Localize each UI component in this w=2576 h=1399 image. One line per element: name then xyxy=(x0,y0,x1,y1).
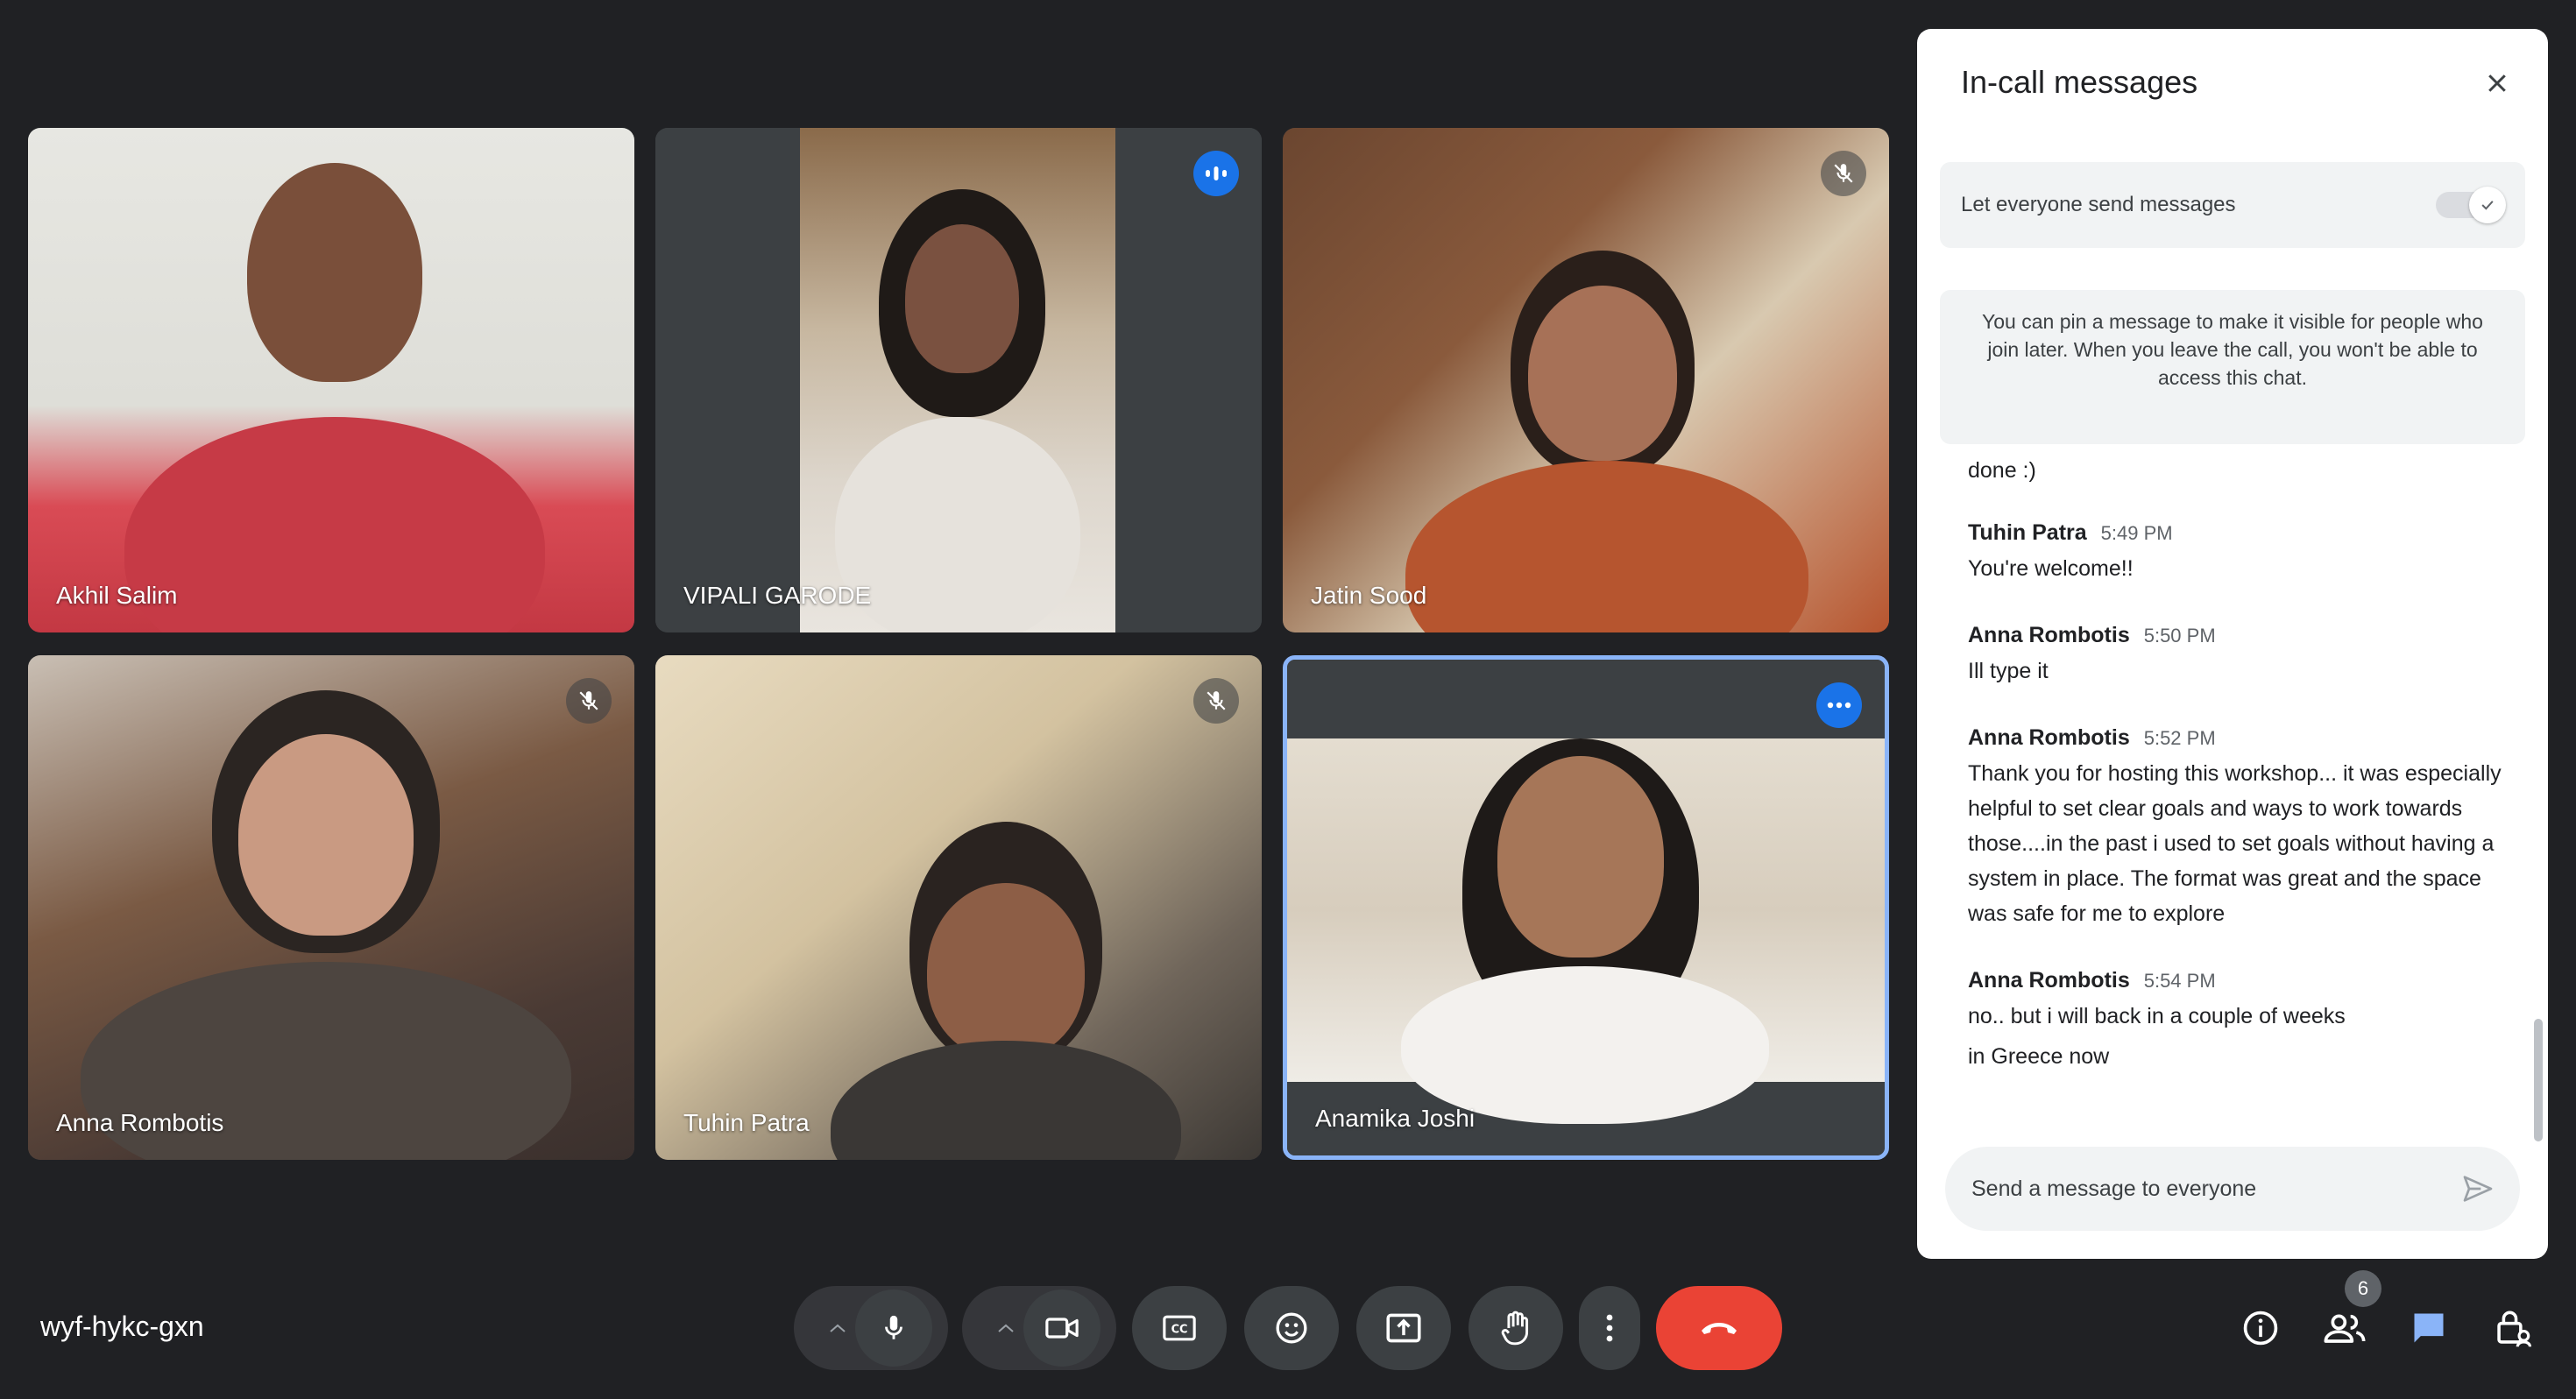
speaking-indicator-icon xyxy=(1193,151,1239,196)
captions-icon: CC xyxy=(1163,1315,1196,1341)
participant-video xyxy=(1283,128,1889,632)
video-camera-icon xyxy=(1045,1318,1079,1339)
message-text: You're welcome!! xyxy=(1968,556,2134,581)
participant-video xyxy=(655,128,1262,632)
meeting-details-icon[interactable] xyxy=(2229,1297,2292,1360)
panel-title: In-call messages xyxy=(1961,64,2198,100)
svg-text:CC: CC xyxy=(1171,1324,1188,1337)
check-icon xyxy=(2469,187,2506,223)
raise-hand-button[interactable] xyxy=(1468,1286,1563,1370)
message-list: done :) Tuhin Patra 5:49 PM You're welco… xyxy=(1968,455,2502,1120)
people-icon[interactable] xyxy=(2313,1297,2376,1360)
pin-info-notice: You can pin a message to make it visible… xyxy=(1940,290,2525,444)
message-scrollbar[interactable] xyxy=(2534,1019,2543,1141)
message-text: Ill type it xyxy=(1968,659,2049,683)
reactions-button[interactable] xyxy=(1244,1286,1339,1370)
message-compose xyxy=(1945,1147,2520,1231)
participant-tile-active[interactable]: Anamika Joshi xyxy=(1283,655,1889,1160)
participant-name: Akhil Salim xyxy=(56,582,178,609)
hand-icon xyxy=(1501,1311,1529,1346)
participant-name: Tuhin Patra xyxy=(683,1109,810,1136)
message-time: 5:54 PM xyxy=(2143,970,2216,992)
message-time: 5:49 PM xyxy=(2100,522,2173,544)
message-sender: Anna Rombotis xyxy=(1968,725,2130,750)
participant-tile[interactable]: VIPALI GARODE xyxy=(655,128,1262,632)
present-screen-icon xyxy=(1386,1313,1421,1343)
message-text: done :) xyxy=(1968,458,2036,483)
chat-permission-row: Let everyone send messages xyxy=(1940,162,2525,248)
leave-call-button[interactable] xyxy=(1656,1286,1782,1370)
participant-name: Anna Rombotis xyxy=(56,1109,224,1136)
participant-name: VIPALI GARODE xyxy=(683,582,872,609)
toggle-label: Let everyone send messages xyxy=(1961,193,2236,216)
message-sender: Tuhin Patra xyxy=(1968,520,2087,545)
host-controls-icon[interactable] xyxy=(2481,1297,2544,1360)
microphone-button[interactable] xyxy=(855,1289,932,1367)
message-sender: Anna Rombotis xyxy=(1968,968,2130,993)
message-group: Anna Rombotis 5:52 PM Thank you for host… xyxy=(1968,725,2502,931)
mic-off-icon xyxy=(566,678,612,724)
message-time: 5:52 PM xyxy=(2143,727,2216,749)
camera-button[interactable] xyxy=(1023,1289,1100,1367)
participant-name: Jatin Sood xyxy=(1311,582,1427,609)
chat-icon[interactable] xyxy=(2397,1297,2460,1360)
send-icon[interactable] xyxy=(2457,1168,2499,1210)
emoji-icon xyxy=(1276,1312,1307,1344)
captions-button[interactable]: CC xyxy=(1132,1286,1227,1370)
more-vert-icon xyxy=(1606,1314,1613,1342)
participant-tile[interactable]: Tuhin Patra xyxy=(655,655,1262,1160)
participant-video xyxy=(28,128,634,632)
camera-control xyxy=(962,1286,1116,1370)
message-input[interactable] xyxy=(1971,1168,2445,1210)
participant-tile[interactable]: Jatin Sood xyxy=(1283,128,1889,632)
participant-video xyxy=(655,655,1262,1160)
microphone-icon xyxy=(885,1315,902,1339)
more-options-icon[interactable] xyxy=(1816,682,1862,728)
chevron-up-icon[interactable] xyxy=(820,1286,855,1370)
video-grid: Akhil Salim VIPALI GARODE Jatin Sood Ann… xyxy=(28,128,1889,1162)
message-group: Anna Rombotis 5:54 PM no.. but i will ba… xyxy=(1968,968,2502,1074)
meeting-code: wyf-hykc-gxn xyxy=(40,1311,204,1342)
close-icon[interactable] xyxy=(2473,59,2522,108)
mic-off-icon xyxy=(1193,678,1239,724)
participant-tile[interactable]: Akhil Salim xyxy=(28,128,634,632)
mic-off-icon xyxy=(1821,151,1866,196)
participant-video xyxy=(1287,660,1885,1155)
send-messages-toggle[interactable] xyxy=(2436,187,2506,223)
message-text: in Greece now xyxy=(1968,1044,2110,1069)
more-options-button[interactable] xyxy=(1579,1286,1640,1370)
message-sender: Anna Rombotis xyxy=(1968,623,2130,647)
participant-tile[interactable]: Anna Rombotis xyxy=(28,655,634,1160)
message-group: Tuhin Patra 5:49 PM You're welcome!! xyxy=(1968,520,2502,586)
mic-control xyxy=(794,1286,948,1370)
message-text: Thank you for hosting this workshop... i… xyxy=(1968,761,2502,926)
message-group: Anna Rombotis 5:50 PM Ill type it xyxy=(1968,623,2502,689)
participant-video xyxy=(28,655,634,1160)
phone-hangup-icon xyxy=(1702,1323,1737,1334)
participant-name: Anamika Joshi xyxy=(1315,1105,1476,1132)
present-screen-button[interactable] xyxy=(1356,1286,1451,1370)
message-time: 5:50 PM xyxy=(2143,625,2216,647)
chevron-up-icon[interactable] xyxy=(988,1286,1023,1370)
message-text: no.. but i will back in a couple of week… xyxy=(1968,1004,2346,1028)
in-call-messages-panel: In-call messages Let everyone send messa… xyxy=(1917,29,2548,1259)
